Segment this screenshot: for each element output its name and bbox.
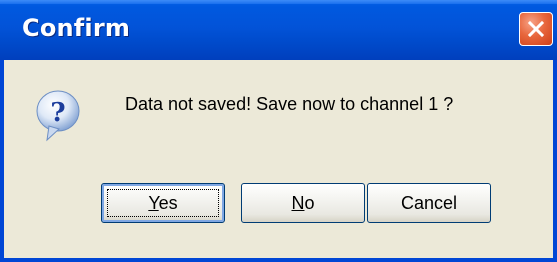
svg-text:?: ? [50, 98, 65, 128]
question-icon: ? [36, 90, 80, 142]
yes-button[interactable]: Yes [101, 183, 225, 223]
no-button-label: No [291, 192, 315, 213]
no-button[interactable]: No [241, 183, 365, 223]
confirm-dialog: Confirm ? Data not saved! Save now to ch… [0, 0, 557, 262]
window-title: Confirm [22, 14, 131, 42]
close-button[interactable] [519, 12, 553, 46]
title-bar[interactable]: Confirm [0, 0, 557, 60]
message-text: Data not saved! Save now to channel 1 ? [125, 94, 454, 114]
focus-rectangle [107, 189, 219, 217]
dialog-content: ? Data not saved! Save now to channel 1 … [4, 60, 553, 262]
cancel-button[interactable]: Cancel [367, 183, 491, 223]
close-icon [527, 20, 545, 38]
cancel-button-label: Cancel [400, 192, 458, 213]
